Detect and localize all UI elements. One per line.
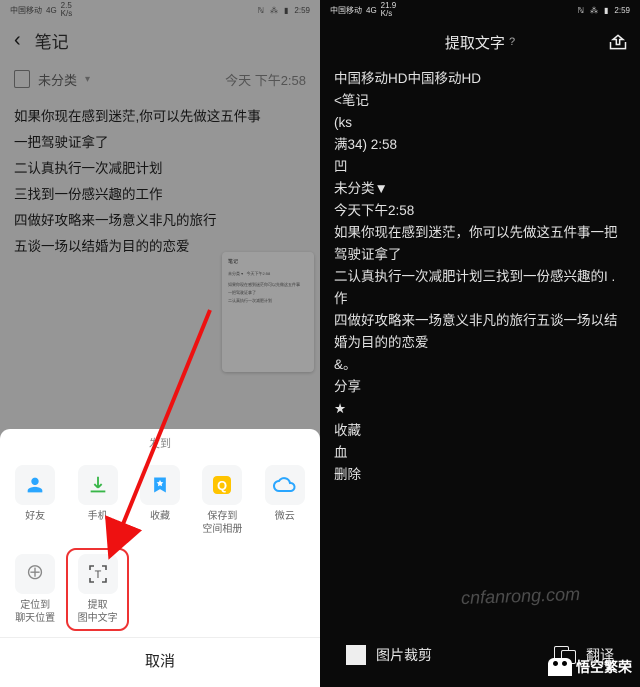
extracted-text[interactable]: 中国移动HD中国移动HD <笔记 (ks 满34) 2:58 凹 未分类▼ 今天… (320, 64, 640, 490)
share-sheet-title: 发到 (0, 429, 320, 455)
svg-text:Q: Q (217, 478, 227, 493)
text-line: 今天下午2:58 (334, 200, 626, 222)
text-line: 二认真执行一次减肥计划三找到一份感兴趣的I . (334, 266, 626, 288)
help-icon[interactable]: ? (509, 36, 515, 48)
text-line: 婚为目的的恋爱 (334, 332, 626, 354)
battery-icon: ▮ (604, 6, 608, 15)
text-line: 凹 (334, 156, 626, 178)
bluetooth-icon: ⁂ (590, 6, 598, 15)
text-line: 血 (334, 442, 626, 464)
text-line: 中国移动HD中国移动HD (334, 68, 626, 90)
share-qzone[interactable]: Q 保存到 空间相册 (191, 459, 253, 542)
text-line: (ks (334, 112, 626, 134)
share-label: 好友 (25, 510, 45, 523)
share-locate[interactable]: 定位到 聊天位置 (4, 548, 66, 631)
share-weiyun[interactable]: 微云 (254, 459, 316, 542)
ocr-icon: T (86, 562, 110, 586)
share-label: 提取 图中文字 (78, 599, 118, 625)
text-line: 如果你现在感到迷茫，你可以先做这五件事一把 (334, 222, 626, 244)
text-line: <笔记 (334, 90, 626, 112)
share-phone[interactable]: 手机 (66, 459, 128, 542)
share-row-2: 定位到 聊天位置 T 提取 图中文字 (0, 544, 320, 633)
text-line: 四做好攻略来一场意义非凡的旅行五谈一场以结 (334, 310, 626, 332)
translate-icon (554, 646, 576, 664)
cancel-button[interactable]: 取消 (0, 637, 320, 681)
text-line: 作 (334, 288, 626, 310)
page-title: 提取文字 (445, 32, 505, 53)
text-line: 满34) 2:58 (334, 134, 626, 156)
share-label: 收藏 (150, 510, 170, 523)
svg-text:T: T (94, 569, 101, 581)
bookmark-icon (150, 474, 170, 496)
share-favorite[interactable]: 收藏 (129, 459, 191, 542)
text-line: ★ (334, 398, 626, 420)
bottom-toolbar: 图片裁剪 翻译 (320, 631, 640, 679)
share-row-1: 好友 手机 收藏 Q 保存到 空间相册 微云 (0, 455, 320, 544)
text-line: 未分类▼ (334, 178, 626, 200)
share-friends[interactable]: 好友 (4, 459, 66, 542)
text-line: 驾驶证拿了 (334, 244, 626, 266)
watermark-url: cnfanrong.com (461, 584, 581, 609)
network-label: 4G (366, 6, 377, 15)
crop-label: 图片裁剪 (376, 645, 432, 665)
share-sheet: 发到 好友 手机 收藏 Q 保存到 空间相册 微云 (0, 429, 320, 687)
cloud-icon (272, 475, 298, 495)
share-label: 定位到 聊天位置 (15, 599, 55, 625)
status-bar: 中国移动 4G 21.9 K/s ℕ ⁂ ▮ 2:59 (320, 0, 640, 20)
person-icon (24, 474, 46, 496)
share-icon[interactable] (608, 33, 628, 51)
share-label: 保存到 空间相册 (202, 510, 242, 536)
translate-button[interactable]: 翻译 (554, 645, 614, 665)
translate-label: 翻译 (586, 645, 614, 665)
text-line: 删除 (334, 464, 626, 486)
locate-icon (24, 563, 46, 585)
carrier-label: 中国移动 (330, 5, 362, 16)
crop-button[interactable]: 图片裁剪 (346, 645, 432, 665)
extract-header: 提取文字 ? (320, 20, 640, 64)
qzone-icon: Q (210, 473, 234, 497)
nfc-icon: ℕ (578, 6, 584, 15)
share-label: 微云 (275, 510, 295, 523)
text-line: 分享 (334, 376, 626, 398)
download-icon (87, 474, 109, 496)
share-label: 手机 (88, 510, 108, 523)
crop-icon (346, 645, 366, 665)
text-line: 收藏 (334, 420, 626, 442)
text-line: &。 (334, 354, 626, 376)
share-extract-text[interactable]: T 提取 图中文字 (66, 548, 128, 631)
speed-label: 21.9 K/s (381, 2, 397, 18)
clock-label: 2:59 (614, 6, 630, 15)
